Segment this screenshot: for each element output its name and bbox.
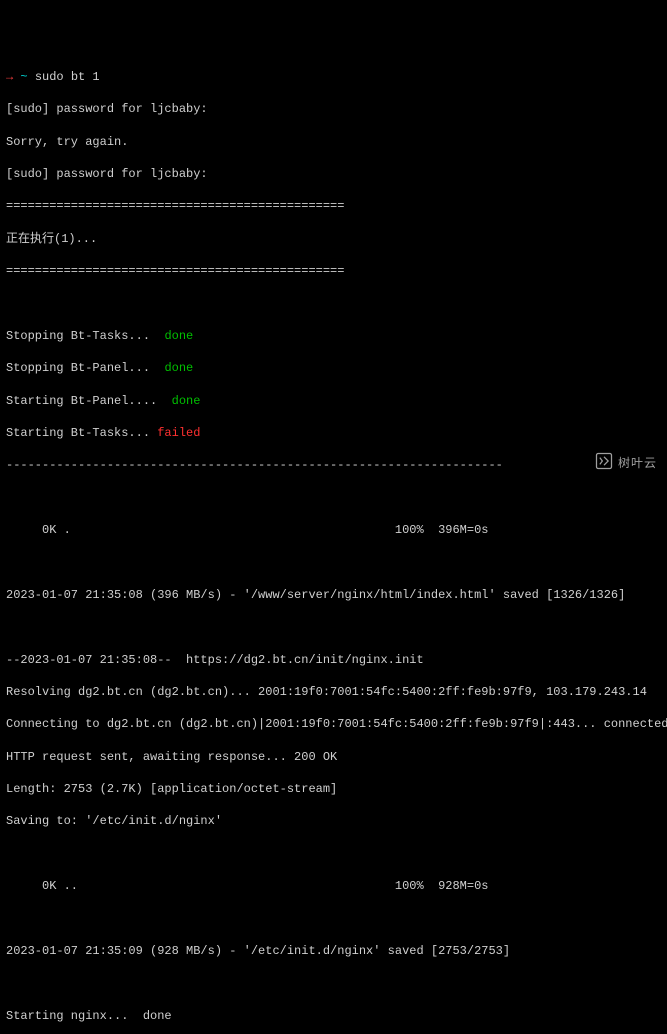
blank xyxy=(6,911,661,927)
blank xyxy=(6,490,661,506)
status-failed: failed xyxy=(157,426,200,440)
svc-start-panel: Starting Bt-Panel.... done xyxy=(6,393,661,409)
blank xyxy=(6,619,661,635)
executing-line: 正在执行(1)... xyxy=(6,231,661,247)
saved-1: 2023-01-07 21:35:08 (396 MB/s) - '/www/s… xyxy=(6,587,661,603)
prompt-line: → ~ sudo bt 1 xyxy=(6,69,661,85)
wget-l4: HTTP request sent, awaiting response... … xyxy=(6,749,661,765)
blank xyxy=(6,846,661,862)
wget-l5: Length: 2753 (2.7K) [application/octet-s… xyxy=(6,781,661,797)
blank xyxy=(6,295,661,311)
status-done: done xyxy=(172,394,201,408)
status-done: done xyxy=(164,329,193,343)
hr-bottom: ========================================… xyxy=(6,263,661,279)
dash-1: ----------------------------------------… xyxy=(6,457,661,473)
prompt-cwd: ~ xyxy=(13,70,35,84)
watermark: 树叶云 xyxy=(577,434,657,491)
wget-l6: Saving to: '/etc/init.d/nginx' xyxy=(6,813,661,829)
saved-2: 2023-01-07 21:35:09 (928 MB/s) - '/etc/i… xyxy=(6,943,661,959)
sudo-prompt: [sudo] password for ljcbaby: xyxy=(6,101,661,117)
progress-1: 0K . 100% 396M=0s xyxy=(6,522,661,538)
sudo-prompt-retry: [sudo] password for ljcbaby: xyxy=(6,166,661,182)
blank xyxy=(6,554,661,570)
terminal-output[interactable]: → ~ sudo bt 1 [sudo] password for ljcbab… xyxy=(6,69,661,1034)
wget-l3: Connecting to dg2.bt.cn (dg2.bt.cn)|2001… xyxy=(6,716,661,732)
svc-stop-tasks: Stopping Bt-Tasks... done xyxy=(6,328,661,344)
svc-start-tasks: Starting Bt-Tasks... failed xyxy=(6,425,661,441)
status-done: done xyxy=(164,361,193,375)
wget-l1: --2023-01-07 21:35:08-- https://dg2.bt.c… xyxy=(6,652,661,668)
hr-top: ========================================… xyxy=(6,198,661,214)
blank xyxy=(6,975,661,991)
nginx-starting: Starting nginx... done xyxy=(6,1008,661,1024)
svc-stop-panel: Stopping Bt-Panel... done xyxy=(6,360,661,376)
sudo-sorry: Sorry, try again. xyxy=(6,134,661,150)
watermark-icon xyxy=(577,434,614,491)
progress-2: 0K .. 100% 928M=0s xyxy=(6,878,661,894)
wget-l2: Resolving dg2.bt.cn (dg2.bt.cn)... 2001:… xyxy=(6,684,661,700)
watermark-text: 树叶云 xyxy=(618,455,657,471)
command-text: sudo bt 1 xyxy=(35,70,100,84)
